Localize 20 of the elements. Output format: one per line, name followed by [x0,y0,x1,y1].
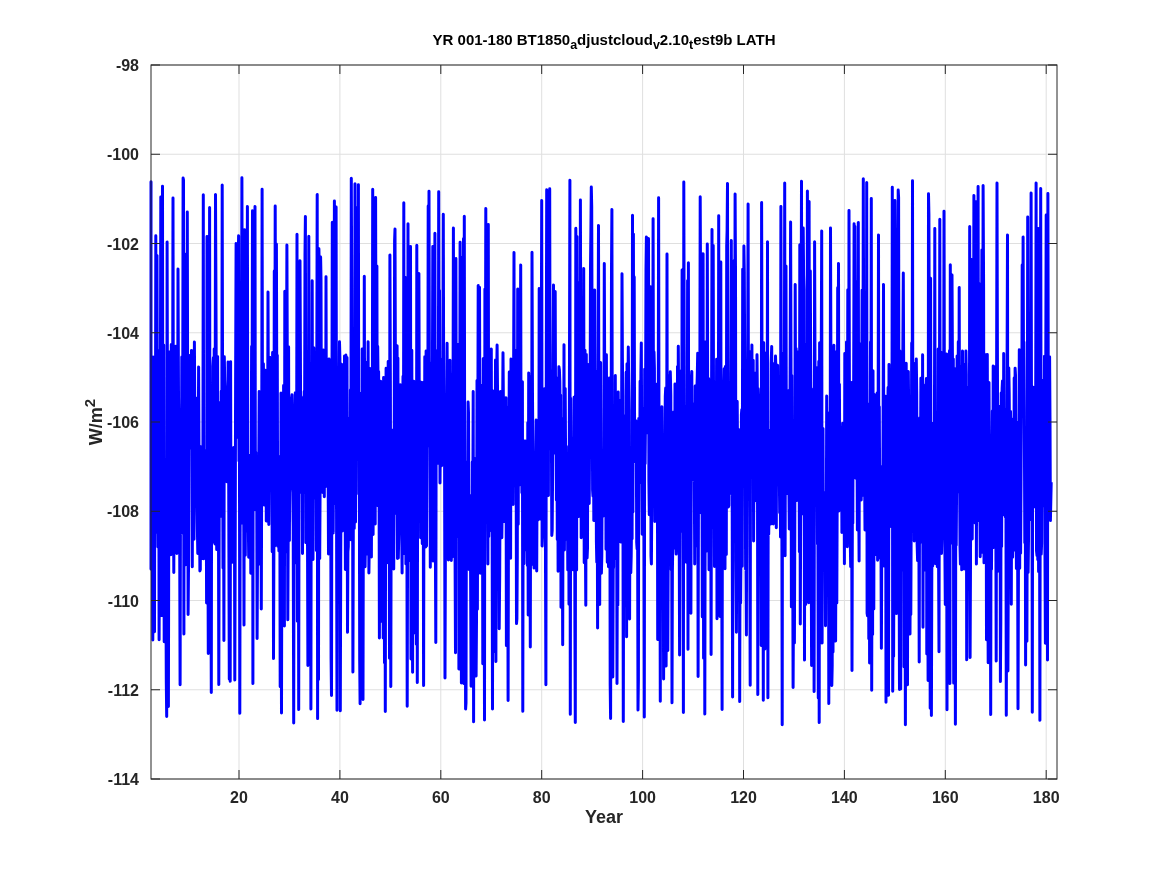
x-tick-label: 80 [532,789,551,806]
x-tick-label: 60 [431,789,450,806]
y-tick-label: -102 [106,235,139,253]
y-tick-label: -104 [106,324,139,342]
y-tick-label: -112 [107,681,139,699]
x-tick-label: 140 [831,789,858,806]
y-tick-label: -108 [106,503,139,521]
chart-title: YR 001-180 BT1850$_{a}$djustcloud$_{v}$2.10$_{t}$est9b LATH [432,30,776,54]
y-tick-label: -100 [106,146,139,164]
x-tick-label: 100 [629,789,656,806]
x-tick-label: 160 [931,789,959,806]
x-axis-label: Year [585,807,623,827]
x-tick-label: 40 [331,789,349,806]
y-tick-label: -106 [106,414,139,431]
y-tick-label: -114 [107,771,139,788]
y-tick-label: -110 [107,592,139,610]
x-tick-label: 20 [230,789,248,806]
y-tick-label: -98 [115,57,139,74]
x-tick-label: 120 [730,789,757,806]
x-tick-label: 180 [1032,789,1060,806]
